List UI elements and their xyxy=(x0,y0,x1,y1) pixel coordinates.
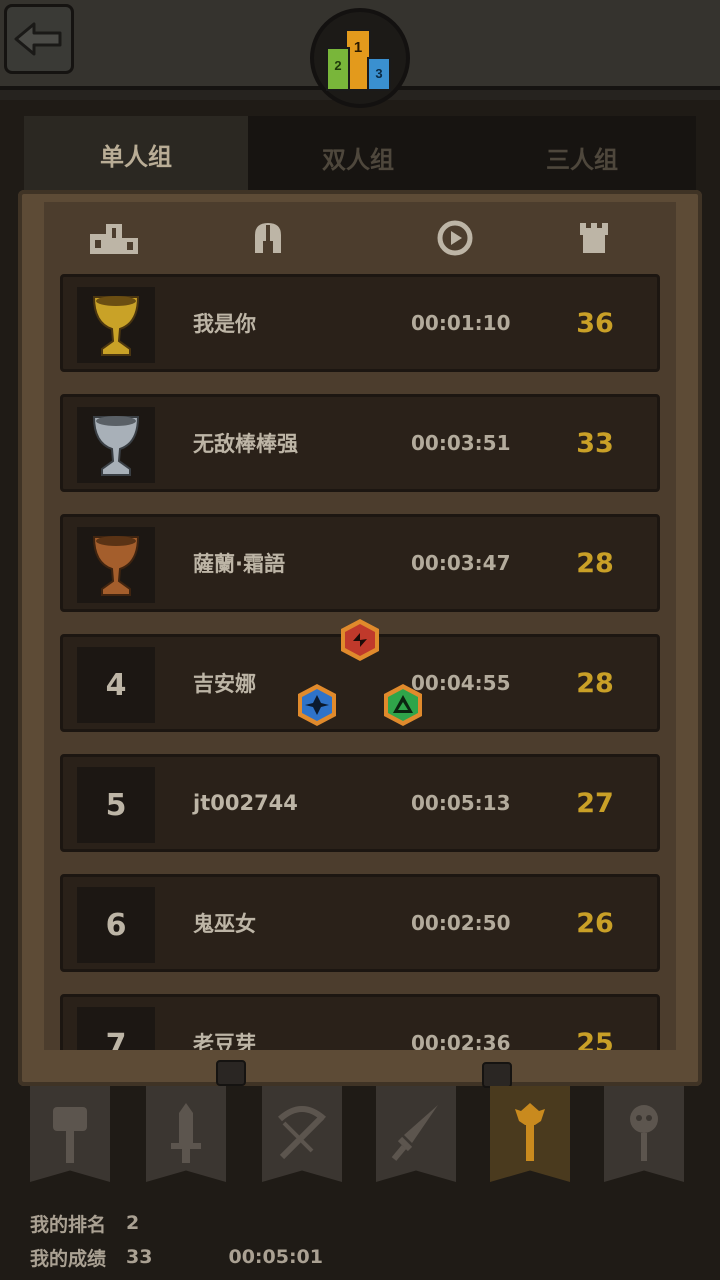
player-name: 无敌棒棒强 xyxy=(193,432,298,456)
weapon-tab-crossbow[interactable] xyxy=(262,1086,342,1182)
rank-number: 6 xyxy=(105,907,127,943)
tab-solo[interactable]: 单人组 xyxy=(24,116,248,192)
weapon-tab-sword[interactable] xyxy=(146,1086,226,1182)
leaderboard-row[interactable]: 6 鬼巫女 00:02:50 26 xyxy=(60,874,660,972)
player-score: 36 xyxy=(576,307,614,339)
player-time: 00:01:10 xyxy=(411,311,511,335)
red-gem-icon[interactable] xyxy=(337,617,383,663)
rank-badge xyxy=(77,407,155,483)
leaderboard-row[interactable]: 5 jt002744 00:05:13 27 xyxy=(60,754,660,852)
player-score: 33 xyxy=(576,427,614,459)
weapon-tab-dagger[interactable] xyxy=(376,1086,456,1182)
player-time: 00:03:47 xyxy=(411,551,511,575)
weapon-tab-hammer[interactable] xyxy=(30,1086,110,1182)
tab-duo[interactable]: 双人组 xyxy=(322,140,394,175)
podium-digit-2: 2 xyxy=(334,58,341,73)
crossbow-icon xyxy=(277,1106,327,1160)
rank-badge: 6 xyxy=(77,887,155,963)
top-bar: 1 2 3 xyxy=(0,0,720,108)
player-score: 26 xyxy=(576,907,614,939)
weapon-category-tabs xyxy=(0,1080,720,1190)
rank-number: 4 xyxy=(105,667,127,703)
player-score: 28 xyxy=(576,667,614,699)
rank-number: 5 xyxy=(105,787,127,823)
player-time: 00:02:36 xyxy=(411,1031,511,1050)
player-name: 老豆芽 xyxy=(193,1032,256,1050)
player-name: 吉安娜 xyxy=(193,672,256,696)
weapon-tab-skull-wand[interactable] xyxy=(604,1086,684,1182)
sword-icon xyxy=(171,1103,201,1163)
back-button[interactable] xyxy=(4,4,74,74)
player-score: 28 xyxy=(576,547,614,579)
my-rank-row: 我的排名 2 xyxy=(30,1207,139,1239)
my-score-row: 我的成绩 33 00:05:01 xyxy=(30,1241,323,1273)
rank-badge: 4 xyxy=(77,647,155,723)
tab-solo-label: 单人组 xyxy=(100,142,172,171)
my-time-value: 00:05:01 xyxy=(228,1246,323,1268)
rank-badge xyxy=(77,287,155,363)
rank-number: 7 xyxy=(105,1027,127,1051)
leaderboard-row[interactable]: 7 老豆芽 00:02:36 25 xyxy=(60,994,660,1050)
player-name: jt002744 xyxy=(193,791,298,815)
my-rank-value: 2 xyxy=(126,1212,140,1234)
player-score: 27 xyxy=(576,787,614,819)
player-time: 00:05:13 xyxy=(411,791,511,815)
player-name: 我是你 xyxy=(193,312,256,336)
rank-badge: 7 xyxy=(77,1007,155,1050)
hammer-icon xyxy=(53,1107,87,1163)
player-name: 薩蘭·霜語 xyxy=(193,552,285,576)
back-arrow-icon xyxy=(14,22,62,56)
staff-icon xyxy=(515,1103,545,1161)
bronze-trophy-icon xyxy=(92,536,140,596)
tower-floor-icon xyxy=(566,210,622,266)
leaderboard-row[interactable]: 薩蘭·霜語 00:03:47 28 xyxy=(60,514,660,612)
silver-trophy-icon xyxy=(92,416,140,476)
rank-badge: 5 xyxy=(77,767,155,843)
group-tabs: 单人组 双人组 三人组 xyxy=(24,116,696,192)
leaderboard-podium-icon: 1 2 3 xyxy=(310,8,410,108)
green-gem-icon[interactable] xyxy=(380,682,426,728)
podium-digit-1: 1 xyxy=(354,39,362,56)
tab-group-bg: 双人组 三人组 xyxy=(248,116,696,192)
my-rank-label: 我的排名 xyxy=(30,1213,107,1236)
player-time: 00:02:50 xyxy=(411,911,511,935)
rank-podium-icon xyxy=(86,210,142,266)
tab-trio[interactable]: 三人组 xyxy=(546,140,618,175)
leaderboard-row[interactable]: 无敌棒棒强 00:03:51 33 xyxy=(60,394,660,492)
player-time: 00:03:51 xyxy=(411,431,511,455)
my-stats: 我的排名 2 我的成绩 33 00:05:01 xyxy=(30,1205,690,1275)
blue-gem-icon[interactable] xyxy=(294,682,340,728)
my-score-value: 33 xyxy=(126,1246,153,1268)
skull-wand-icon xyxy=(630,1105,658,1161)
player-name: 鬼巫女 xyxy=(193,912,256,936)
podium-digit-3: 3 xyxy=(375,66,382,81)
player-helmet-icon xyxy=(240,210,296,266)
rank-badge xyxy=(77,527,155,603)
my-score-label: 我的成绩 xyxy=(30,1247,107,1270)
weapon-tab-staff[interactable] xyxy=(490,1086,570,1182)
player-score: 25 xyxy=(576,1027,614,1051)
clock-icon xyxy=(427,210,483,266)
gold-trophy-icon xyxy=(92,296,140,356)
column-headers xyxy=(0,210,720,266)
dagger-icon xyxy=(391,1105,438,1161)
leaderboard-row[interactable]: 我是你 00:01:10 36 xyxy=(60,274,660,372)
